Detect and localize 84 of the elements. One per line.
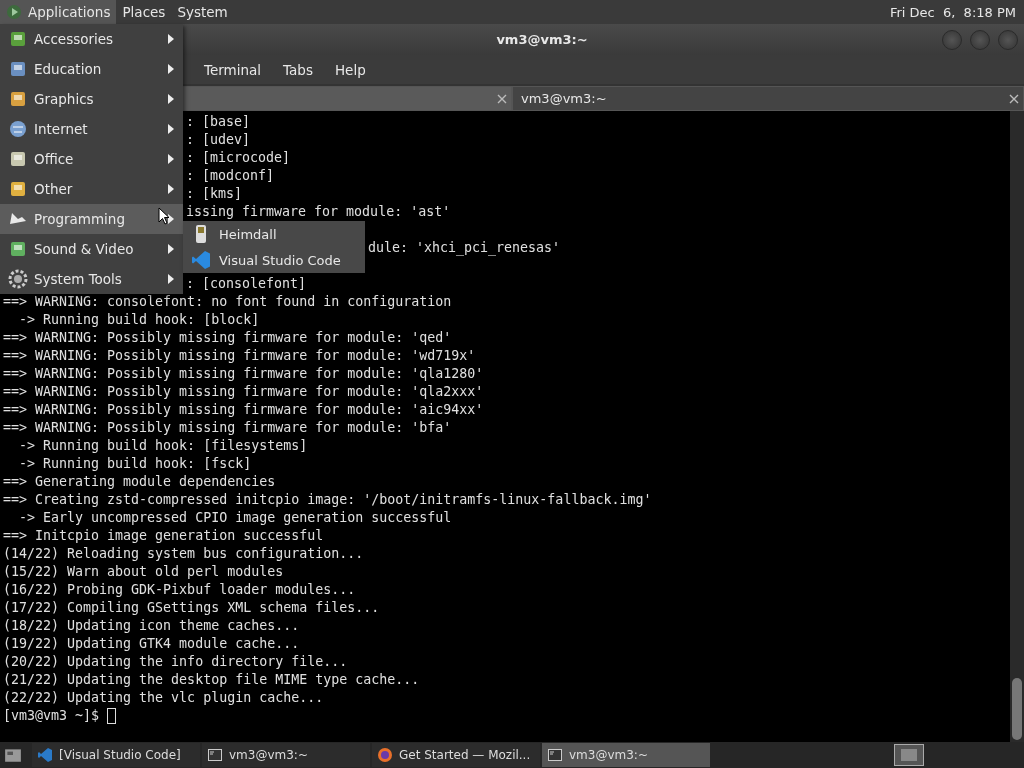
- terminal-line: ==> WARNING: Possibly missing firmware for module: 'qla1280': [3, 365, 484, 383]
- submenu-arrow-icon: [167, 184, 175, 194]
- submenu-arrow-icon: [167, 94, 175, 104]
- terminal-line: (21/22) Updating the desktop file MIME type cache...: [3, 671, 420, 689]
- menu-item[interactable]: Visual Studio Code: [183, 247, 365, 273]
- panel-menu[interactable]: Places: [116, 0, 172, 24]
- terminal-line: -> Running build hook: [block]: [18, 311, 260, 329]
- terminal-line: (19/22) Updating GTK4 module cache...: [3, 635, 300, 653]
- globe-icon: [8, 119, 28, 139]
- terminal-line: dule: 'xhci_pci_renesas': [368, 239, 561, 257]
- terminal-line: ==> WARNING: consolefont: no font found in configuration: [3, 293, 452, 311]
- scrollbar-thumb[interactable]: [1012, 678, 1022, 740]
- taskbar-button[interactable]: vm3@vm3:~: [202, 743, 370, 767]
- maximize-button[interactable]: [970, 30, 990, 50]
- submenu-arrow-icon: [167, 274, 175, 284]
- terminal-line: (15/22) Warn about old perl modules: [3, 563, 284, 581]
- menu-item[interactable]: Education: [0, 54, 183, 84]
- text-cursor: [107, 708, 117, 724]
- terminal-line: (14/22) Reloading system bus configuration...: [3, 545, 364, 563]
- terminal-icon: [547, 747, 563, 763]
- menu-item[interactable]: Tabs: [283, 61, 313, 78]
- panel-menu[interactable]: System: [171, 0, 234, 24]
- submenu-arrow-icon: [167, 34, 175, 44]
- code-icon: [191, 250, 211, 270]
- terminal-line: ==> WARNING: Possibly missing firmware for module: 'qed': [3, 329, 452, 347]
- close-icon[interactable]: [1009, 93, 1019, 104]
- close-button[interactable]: [998, 30, 1018, 50]
- terminal-line: ==> Creating zstd-compressed initcpio image: '/boot/initramfs-linux-fallback.img': [3, 491, 652, 509]
- terminal-line: : [consolefont]: [186, 275, 307, 293]
- terminal-line: (18/22) Updating icon theme caches...: [3, 617, 300, 635]
- terminal-icon: [207, 747, 223, 763]
- terminal-line: ==> WARNING: Possibly missing firmware for module: 'wd719x': [3, 347, 476, 365]
- terminal-line: (16/22) Probing GDK-Pixbuf loader modules...: [3, 581, 356, 599]
- terminal-line: (20/22) Updating the info directory file...: [3, 653, 348, 671]
- menu-item[interactable]: Internet: [0, 114, 183, 144]
- menu-item[interactable]: Terminal: [204, 61, 262, 78]
- terminal-line: : [kms]: [186, 185, 243, 203]
- menu-item[interactable]: Heimdall: [183, 221, 365, 247]
- menu-item[interactable]: Accessories: [0, 24, 183, 54]
- terminal-line: -> Running build hook: [fsck]: [18, 455, 252, 473]
- terminal-prompt: [vm3@vm3 ~]$: [3, 707, 101, 725]
- submenu-arrow-icon: [167, 124, 175, 134]
- menu-item[interactable]: Programming: [0, 204, 183, 234]
- terminal-line: ==> Initcpio image generation successful: [3, 527, 324, 545]
- menu-item[interactable]: Graphics: [0, 84, 183, 114]
- terminal-line: : [modconf]: [186, 167, 275, 185]
- scrollbar[interactable]: [1010, 111, 1024, 742]
- clock[interactable]: Fri Dec 6, 8:18 PM: [881, 4, 1024, 20]
- taskbar-button[interactable]: vm3@vm3:~: [542, 743, 710, 767]
- terminal-line: ==> WARNING: Possibly missing firmware for module: 'aic94xx': [3, 401, 484, 419]
- mouse-pointer-icon: [158, 207, 170, 225]
- window-title: vm3@vm3:~: [495, 32, 588, 47]
- close-icon[interactable]: [497, 93, 507, 104]
- terminal-line: ==> WARNING: Possibly missing firmware for module: 'bfa': [3, 419, 452, 437]
- workspace-switcher[interactable]: [894, 744, 924, 766]
- code-icon: [37, 747, 53, 763]
- menu-item[interactable]: Office: [0, 144, 183, 174]
- terminal-line: -> Early uncompressed CPIO image generation successful: [18, 509, 452, 527]
- taskbar-button[interactable]: [Visual Studio Code]: [32, 743, 200, 767]
- taskbar-button[interactable]: Get Started — Mozil...: [372, 743, 540, 767]
- panel-menu[interactable]: Applications: [0, 0, 117, 24]
- submenu-arrow-icon: [167, 64, 175, 74]
- terminal-line: ==> Generating module dependencies: [3, 473, 276, 491]
- terminal-line: (22/22) Updating the vlc plugin cache...: [3, 689, 324, 707]
- terminal-line: (17/22) Compiling GSettings XML schema files...: [3, 599, 380, 617]
- terminal-line: issing firmware for module: 'ast': [186, 203, 451, 221]
- menu-item[interactable]: System Tools: [0, 264, 183, 294]
- menu-item[interactable]: Help: [334, 61, 366, 78]
- terminal-line: : [base]: [186, 113, 251, 131]
- terminal-line: ==> WARNING: Possibly missing firmware for module: 'qla2xxx': [3, 383, 484, 401]
- terminal-line: : [udev]: [186, 131, 251, 149]
- submenu-arrow-icon: [167, 154, 175, 164]
- show-desktop-icon[interactable]: [4, 746, 22, 764]
- menu-item[interactable]: Sound & Video: [0, 234, 183, 264]
- submenu-arrow-icon: [167, 244, 175, 254]
- submenu-arrow-icon: [167, 214, 175, 224]
- terminal-line: -> Running build hook: [filesystems]: [18, 437, 308, 455]
- menu-item[interactable]: Other: [0, 174, 183, 204]
- tab[interactable]: vm3@vm3:~: [512, 86, 1024, 111]
- minimize-button[interactable]: [942, 30, 962, 50]
- gear-icon: [8, 269, 28, 289]
- terminal-line: : [microcode]: [186, 149, 291, 167]
- logo-icon: [6, 4, 22, 20]
- browser-icon: [377, 747, 393, 763]
